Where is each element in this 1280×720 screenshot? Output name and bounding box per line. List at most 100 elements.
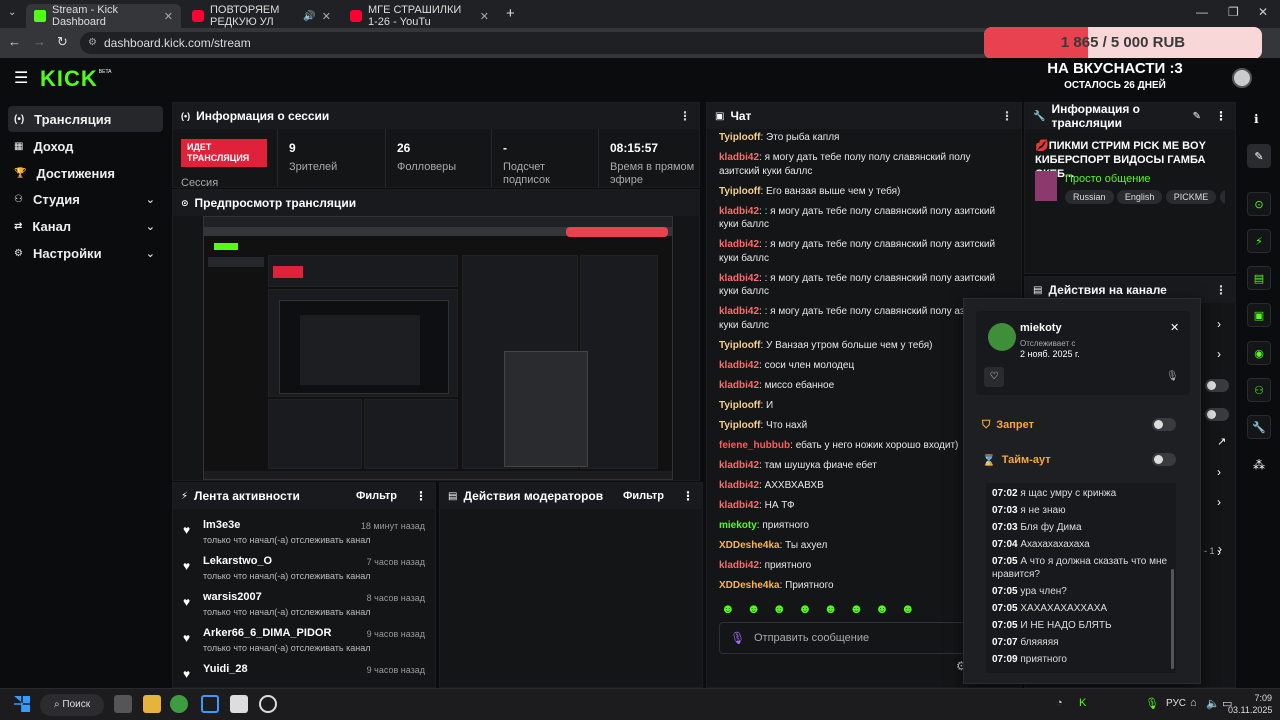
- tray-icon[interactable]: K: [1079, 697, 1086, 709]
- chat-username[interactable]: Tyiplooff: [719, 340, 760, 351]
- close-icon[interactable]: ✕: [322, 10, 331, 23]
- chat-username[interactable]: Tyiplooff: [719, 186, 760, 197]
- taskbar-search[interactable]: ⌕ Поиск: [40, 694, 104, 716]
- chat-username[interactable]: Tyiplooff: [719, 400, 760, 411]
- chat-username[interactable]: kladbi42: [719, 380, 759, 391]
- more-options-icon[interactable]: ⋮: [682, 489, 694, 503]
- apps-icon[interactable]: ⁂: [1253, 458, 1265, 472]
- chat-username[interactable]: Tyiplooff: [719, 132, 760, 143]
- maximize-icon[interactable]: ❐: [1228, 5, 1239, 19]
- chart-icon[interactable]: ↗: [1217, 435, 1226, 448]
- new-tab-icon[interactable]: +: [506, 5, 515, 22]
- info-icon[interactable]: ℹ: [1254, 112, 1259, 126]
- back-icon[interactable]: ←: [8, 34, 21, 49]
- chat-username[interactable]: kladbi42: [719, 206, 759, 217]
- broadcast-icon[interactable]: ◉: [1247, 341, 1271, 365]
- tray-icon[interactable]: ◔: [1056, 697, 1063, 709]
- file-explorer-icon[interactable]: [143, 695, 161, 713]
- app-icon[interactable]: [230, 695, 248, 713]
- sidebar-item-stream[interactable]: (•) Трансляция: [8, 106, 163, 132]
- camera-icon[interactable]: ⊙: [1247, 192, 1271, 216]
- close-icon[interactable]: ✕: [164, 10, 173, 23]
- more-options-icon[interactable]: ⋮: [1001, 109, 1013, 123]
- tab-search-icon[interactable]: ⌄: [8, 7, 16, 18]
- chat-username[interactable]: kladbi42: [719, 480, 759, 491]
- minimize-icon[interactable]: —: [1196, 5, 1208, 19]
- chat-username[interactable]: XDDeshe4ka: [719, 540, 780, 551]
- edit-icon[interactable]: ✎: [1247, 144, 1271, 168]
- emote-icon[interactable]: ☻: [721, 601, 735, 621]
- kick-logo[interactable]: KICK BETA: [40, 66, 111, 92]
- microphone-icon[interactable]: 🎙: [1145, 697, 1159, 710]
- more-options-icon[interactable]: ⋮: [415, 489, 427, 503]
- more-options-icon[interactable]: ⋮: [1215, 283, 1227, 297]
- filter-button[interactable]: Фильтр: [623, 490, 664, 502]
- chevron-right-icon[interactable]: ›: [1217, 495, 1221, 509]
- chat-username[interactable]: kladbi42: [719, 360, 759, 371]
- more-options-icon[interactable]: ⋮: [679, 109, 691, 123]
- emote-icon[interactable]: ☻: [747, 601, 761, 621]
- lightning-icon[interactable]: ⚡: [1247, 229, 1271, 253]
- edit-icon[interactable]: ✎: [1193, 111, 1201, 122]
- tab-youtube-2[interactable]: МГЕ СТРАШИЛКИ 1-26 - YouTu ✕: [342, 4, 497, 28]
- chevron-right-icon[interactable]: ›: [1218, 542, 1222, 556]
- close-icon[interactable]: ✕: [1170, 321, 1179, 334]
- language-indicator[interactable]: РУС: [1166, 698, 1186, 709]
- obs-icon[interactable]: [259, 695, 277, 713]
- reload-icon[interactable]: ↻: [57, 34, 68, 50]
- wrench-icon[interactable]: 🔧: [1247, 415, 1271, 439]
- ban-toggle[interactable]: [1152, 418, 1176, 431]
- emote-icon[interactable]: ☻: [875, 601, 889, 621]
- site-info-icon[interactable]: ⚙: [88, 32, 97, 54]
- chat-icon[interactable]: ▣: [1247, 303, 1271, 327]
- sidebar-item-settings[interactable]: ⚙ Настройки ⌄: [8, 240, 163, 266]
- scrollbar[interactable]: [1171, 569, 1174, 669]
- chat-username[interactable]: miekoty: [719, 520, 757, 531]
- chat-username[interactable]: kladbi42: [719, 273, 759, 284]
- menu-icon[interactable]: ☰: [14, 68, 28, 88]
- users-icon[interactable]: ⚇: [1247, 378, 1271, 402]
- tab-kick-dashboard[interactable]: Stream - Kick Dashboard ✕: [26, 4, 181, 28]
- network-icon[interactable]: ⌂: [1190, 697, 1197, 709]
- chrome-icon[interactable]: [170, 695, 188, 713]
- chat-username[interactable]: kladbi42: [719, 500, 759, 511]
- task-view-icon[interactable]: [114, 695, 132, 713]
- category-name[interactable]: Просто общение: [1065, 173, 1151, 185]
- taskbar-clock[interactable]: 7:09 03.11.2025: [1228, 692, 1272, 716]
- chat-username[interactable]: kladbi42: [719, 306, 759, 317]
- stream-preview-video[interactable]: [203, 216, 673, 480]
- emote-icon[interactable]: ☻: [772, 601, 786, 621]
- emote-icon[interactable]: ☻: [849, 601, 863, 621]
- sidebar-item-studio[interactable]: ⚇ Студия ⌄: [8, 186, 163, 212]
- chevron-right-icon[interactable]: ›: [1217, 317, 1221, 331]
- windows-start-icon[interactable]: [14, 696, 30, 712]
- chat-username[interactable]: feiene_hubbub: [719, 440, 790, 451]
- sidebar-item-channel[interactable]: ⇄ Канал ⌄: [8, 213, 163, 239]
- chat-username[interactable]: kladbi42: [719, 239, 759, 250]
- mute-icon[interactable]: 🎙: [1166, 371, 1179, 382]
- toggle-switch[interactable]: [1205, 408, 1229, 421]
- emote-icon[interactable]: ☻: [824, 601, 838, 621]
- close-window-icon[interactable]: ✕: [1258, 5, 1268, 19]
- sidebar-item-income[interactable]: ▦ Доход: [8, 133, 163, 159]
- toggle-switch[interactable]: [1205, 379, 1229, 392]
- tab-youtube-1[interactable]: ПОВТОРЯЕМ РЕДКУЮ УЛ 🔊 ✕: [184, 4, 339, 28]
- forward-icon[interactable]: →: [33, 34, 46, 49]
- chat-username[interactable]: kladbi42: [719, 460, 759, 471]
- follow-heart-button[interactable]: ♡: [984, 367, 1004, 387]
- close-icon[interactable]: ✕: [480, 10, 489, 23]
- chevron-right-icon[interactable]: ›: [1217, 465, 1221, 479]
- document-icon[interactable]: ▤: [1247, 266, 1271, 290]
- filter-button[interactable]: Фильтр: [356, 490, 397, 502]
- more-options-icon[interactable]: ⋮: [1215, 109, 1227, 123]
- chat-username[interactable]: XDDeshe4ka: [719, 580, 780, 591]
- snipping-tool-icon[interactable]: [201, 695, 219, 713]
- microphone-icon[interactable]: 🎙: [730, 631, 745, 645]
- emote-icon[interactable]: ☻: [901, 601, 915, 621]
- volume-icon[interactable]: 🔈: [1206, 697, 1220, 710]
- chat-username[interactable]: kladbi42: [719, 152, 759, 163]
- chevron-right-icon[interactable]: ›: [1217, 347, 1221, 361]
- chat-username[interactable]: kladbi42: [719, 560, 759, 571]
- sidebar-item-achievements[interactable]: 🏆 Достижения: [8, 160, 163, 186]
- emote-icon[interactable]: ☻: [798, 601, 812, 621]
